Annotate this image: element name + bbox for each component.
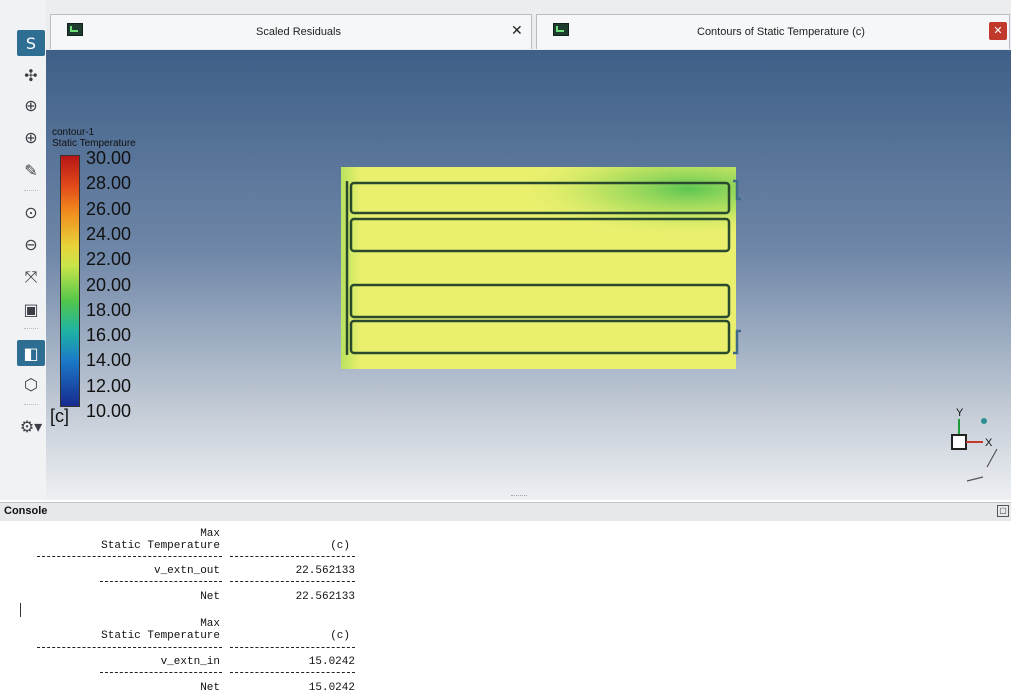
tab-title: Scaled Residuals <box>256 26 341 38</box>
plot-icon <box>553 23 569 36</box>
tab-scaled-residuals[interactable]: Scaled Residuals ✕ <box>50 14 532 49</box>
colorbar-tick-label: 20.00 <box>86 274 132 295</box>
contour-name: contour-1 <box>52 127 95 138</box>
colorbar-tick-label: 10.00 <box>86 401 132 421</box>
triad-z-dot <box>981 418 987 424</box>
views-dropdown-icon[interactable]: ⚙▾ <box>17 413 45 439</box>
report-header-2: Static Temperature <box>101 630 220 642</box>
axis-triad[interactable]: Y X <box>939 405 1009 485</box>
colorbar-tick-label: 24.00 <box>86 223 132 244</box>
view-icon[interactable]: ⬡ <box>17 371 45 397</box>
zoom-out-icon[interactable]: ⊖ <box>17 231 45 257</box>
plot-icon <box>67 23 83 36</box>
separator <box>37 556 222 557</box>
colorbar-tick-label: 30.00 <box>86 148 132 168</box>
tab-contours-static-temperature[interactable]: Contours of Static Temperature (c) ✕ <box>536 14 1010 49</box>
separator <box>100 581 222 582</box>
close-icon[interactable]: ✕ <box>989 22 1007 40</box>
console-header: Console ▢ <box>0 502 1011 522</box>
graphics-viewport[interactable]: contour-1 Static Temperature 30.00 28.00 2… <box>46 50 1011 500</box>
separator <box>230 647 355 648</box>
triad-arrow <box>966 448 998 482</box>
report-net-label: Net <box>200 591 220 603</box>
probe-icon[interactable]: ✎ <box>17 157 45 183</box>
report-unit: (c) <box>330 630 350 642</box>
contour-colorbar <box>60 155 80 407</box>
triad-origin <box>951 434 967 450</box>
zoom-to-fit-icon[interactable]: ⊙ <box>17 199 45 225</box>
triad-x-label: X <box>985 437 993 449</box>
report-header-2: Static Temperature <box>101 540 220 552</box>
toolbar-separator <box>24 190 38 193</box>
pan-icon[interactable]: ✣ <box>17 62 45 88</box>
graphics-toolbar: S ✣ ⊕ ⊕ ✎ ⊙ ⊖ ⤧ ▣ ◧ ⬡ ⚙▾ <box>0 0 47 500</box>
rotate-icon[interactable]: ⊕ <box>17 92 45 118</box>
orient-icon[interactable]: ⤧ <box>17 264 45 290</box>
report-zone: v_extn_in <box>160 656 220 668</box>
separator <box>37 647 222 648</box>
select-icon[interactable]: ◧ <box>17 340 45 366</box>
graphics-tab-bar: Scaled Residuals ✕ Contours of Static Te… <box>46 0 1011 50</box>
text-cursor <box>20 603 21 617</box>
fluent-logo-icon[interactable]: S <box>17 30 45 56</box>
colorbar-tick-label: 26.00 <box>86 198 132 219</box>
separator <box>100 672 222 673</box>
report-header-1: Max <box>200 618 220 630</box>
separator <box>230 581 355 582</box>
triad-y-label: Y <box>956 407 964 419</box>
console-output[interactable]: Max Static Temperature (c) v_extn_out 22… <box>0 521 1011 698</box>
contour-legend-title: contour-1 Static Temperature <box>52 127 136 149</box>
separator <box>230 556 355 557</box>
temperature-contour-plot[interactable] <box>341 167 741 372</box>
report-zone: v_extn_out <box>153 565 220 577</box>
console-title: Console <box>4 505 48 517</box>
panel-resize-handle[interactable] <box>511 495 527 498</box>
report-value: 22.562133 <box>295 565 355 577</box>
report-value: 15.0242 <box>308 656 355 668</box>
colorbar-tick-label: 22.00 <box>86 249 132 270</box>
restore-icon[interactable]: ▢ <box>997 505 1009 517</box>
colorbar-unit: [c] <box>50 406 70 426</box>
toolbar-separator <box>24 328 38 331</box>
report-net-value: 15.0242 <box>308 682 355 694</box>
close-icon[interactable]: ✕ <box>511 23 523 39</box>
colorbar-tick-label: 14.00 <box>86 350 132 371</box>
report-net-label: Net <box>200 682 220 694</box>
colorbar-tick-label: 28.00 <box>86 173 132 194</box>
colorbar-tick-label: 18.00 <box>86 299 132 320</box>
report-header-1: Max <box>200 528 220 540</box>
screenshot-icon[interactable]: ▣ <box>17 296 45 322</box>
colorbar-tick-label: 16.00 <box>86 325 132 346</box>
colorbar-tick-label: 12.00 <box>86 375 132 396</box>
toolbar-separator <box>24 404 38 407</box>
report-net-value: 22.562133 <box>295 591 355 603</box>
zoom-icon[interactable]: ⊕ <box>17 124 45 150</box>
report-unit: (c) <box>330 540 350 552</box>
fluent-window: S ✣ ⊕ ⊕ ✎ ⊙ ⊖ ⤧ ▣ ◧ ⬡ ⚙▾ Scaled Residual… <box>0 0 1011 698</box>
separator <box>230 672 355 673</box>
tab-title: Contours of Static Temperature (c) <box>697 26 865 38</box>
